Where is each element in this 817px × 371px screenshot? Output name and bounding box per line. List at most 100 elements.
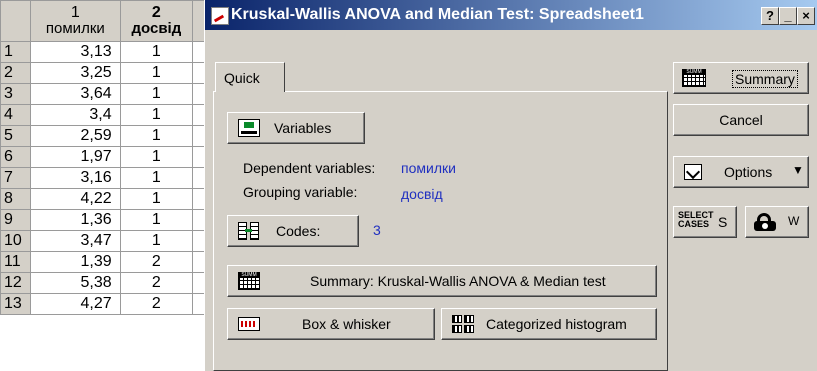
cell-pomylky[interactable]: 3,4 <box>30 104 121 126</box>
grouping-value: досвід <box>401 186 443 202</box>
cell-dosvid[interactable]: 1 <box>119 167 194 189</box>
weight-icon <box>754 213 776 231</box>
table-row: 8 4,22 1 <box>0 188 230 210</box>
table-row: 2 3,25 1 <box>0 62 230 84</box>
cell-pomylky[interactable]: 3,25 <box>30 62 121 84</box>
cell-dosvid[interactable]: 2 <box>119 293 194 315</box>
cell-pomylky[interactable]: 1,39 <box>30 251 121 273</box>
cancel-button[interactable]: Cancel <box>673 104 809 136</box>
column-header-1[interactable]: 1 помилки <box>30 0 121 42</box>
dependent-value: помилки <box>401 160 456 176</box>
summary-kw-label: Summary: Kruskal-Wallis ANOVA & Median t… <box>310 273 606 289</box>
summary-button[interactable]: SUMM Summary <box>673 62 809 94</box>
table-row: 4 3,4 1 <box>0 104 230 126</box>
column-number: 1 <box>70 4 80 21</box>
data-table: 1 помилки 2 досвід 1 3,13 1 2 3,25 1 3 3,64 1 4 3,… <box>0 0 230 315</box>
row-header[interactable]: 6 <box>0 146 32 168</box>
cell-pomylky[interactable]: 2,59 <box>30 125 121 147</box>
categorized-histogram-button[interactable]: Categorized histogram <box>441 308 657 340</box>
box-whisker-button[interactable]: Box & whisker <box>227 308 435 340</box>
corner-cell[interactable] <box>0 0 32 42</box>
tab-quick[interactable]: Quick <box>215 62 285 92</box>
table-row: 1 3,13 1 <box>0 41 230 63</box>
row-header[interactable]: 13 <box>0 293 32 315</box>
cell-dosvid[interactable]: 1 <box>119 62 194 84</box>
codes-value: 3 <box>373 222 381 238</box>
cell-dosvid[interactable]: 1 <box>119 104 194 126</box>
cell-dosvid[interactable]: 1 <box>119 83 194 105</box>
cell-pomylky[interactable]: 4,27 <box>30 293 121 315</box>
codes-button[interactable]: Codes: <box>227 215 359 247</box>
weight-button[interactable]: W <box>745 206 809 238</box>
cell-pomylky[interactable]: 3,16 <box>30 167 121 189</box>
options-button[interactable]: Options ▼ <box>673 156 809 188</box>
row-header[interactable]: 4 <box>0 104 32 126</box>
table-row: 11 1,39 2 <box>0 251 230 273</box>
cell-dosvid[interactable]: 1 <box>119 188 194 210</box>
table-row: 7 3,16 1 <box>0 167 230 189</box>
column-number: 2 <box>151 4 161 21</box>
cell-dosvid[interactable]: 1 <box>119 146 194 168</box>
cell-pomylky[interactable]: 5,38 <box>30 272 121 294</box>
close-button[interactable]: × <box>797 7 815 25</box>
cell-dosvid[interactable]: 1 <box>119 125 194 147</box>
variables-button[interactable]: Variables <box>227 112 365 144</box>
codes-icon <box>238 222 260 240</box>
variables-icon <box>238 119 260 137</box>
table-row: 3 3,64 1 <box>0 83 230 105</box>
help-button[interactable]: ? <box>761 7 779 25</box>
table-row: 12 5,38 2 <box>0 272 230 294</box>
column-name: помилки <box>45 20 105 37</box>
row-header[interactable]: 7 <box>0 167 32 189</box>
table-row: 9 1,36 1 <box>0 209 230 231</box>
options-icon <box>684 164 702 180</box>
summary-label: Summary <box>732 70 798 88</box>
row-header[interactable]: 9 <box>0 209 32 231</box>
row-header[interactable]: 8 <box>0 188 32 210</box>
row-header[interactable]: 11 <box>0 251 32 273</box>
table-row: 13 4,27 2 <box>0 293 230 315</box>
column-name: досвід <box>131 20 182 37</box>
histogram-icon <box>452 315 474 333</box>
spreadsheet: 1 помилки 2 досвід 1 3,13 1 2 3,25 1 3 3,64 1 4 3,… <box>0 0 230 371</box>
summary-icon: SUMM <box>682 69 706 87</box>
kruskal-wallis-dialog: Kruskal-Wallis ANOVA and Median Test: Sp… <box>204 0 817 371</box>
row-header[interactable]: 10 <box>0 230 32 252</box>
app-icon <box>211 7 229 25</box>
cell-dosvid[interactable]: 1 <box>119 209 194 231</box>
box-whisker-label: Box & whisker <box>302 316 391 332</box>
row-header[interactable]: 3 <box>0 83 32 105</box>
cell-dosvid[interactable]: 1 <box>119 230 194 252</box>
cell-dosvid[interactable]: 2 <box>119 272 194 294</box>
row-header[interactable]: 5 <box>0 125 32 147</box>
cell-pomylky[interactable]: 1,97 <box>30 146 121 168</box>
s-label: S <box>718 214 728 230</box>
cell-pomylky[interactable]: 1,36 <box>30 209 121 231</box>
box-whisker-icon <box>238 317 260 331</box>
title-bar[interactable]: Kruskal-Wallis ANOVA and Median Test: Sp… <box>205 0 817 30</box>
row-header[interactable]: 2 <box>0 62 32 84</box>
cell-pomylky[interactable]: 3,64 <box>30 83 121 105</box>
table-row: 10 3,47 1 <box>0 230 230 252</box>
cell-pomylky[interactable]: 3,13 <box>30 41 121 63</box>
column-header-2[interactable]: 2 досвід <box>119 0 194 42</box>
variables-label: Variables <box>274 120 332 136</box>
table-row: 6 1,97 1 <box>0 146 230 168</box>
options-label: Options <box>724 164 773 180</box>
row-header[interactable]: 1 <box>0 41 32 63</box>
summary-icon: SUMM <box>238 272 260 290</box>
cell-dosvid[interactable]: 1 <box>119 41 194 63</box>
codes-label: Codes: <box>276 223 321 239</box>
grouping-label: Grouping variable: <box>243 184 358 200</box>
histogram-label: Categorized histogram <box>486 316 627 332</box>
cell-pomylky[interactable]: 3,47 <box>30 230 121 252</box>
table-row: 5 2,59 1 <box>0 125 230 147</box>
row-header[interactable]: 12 <box>0 272 32 294</box>
cell-dosvid[interactable]: 2 <box>119 251 194 273</box>
cell-pomylky[interactable]: 4,22 <box>30 188 121 210</box>
summary-kw-button[interactable]: SUMM Summary: Kruskal-Wallis ANOVA & Med… <box>227 265 657 297</box>
select-cases-label: SELECT CASES <box>678 210 714 229</box>
dialog-title: Kruskal-Wallis ANOVA and Median Test: Sp… <box>231 6 644 23</box>
minimize-button[interactable]: _ <box>779 7 797 25</box>
select-cases-button[interactable]: SELECT CASES S <box>673 206 737 238</box>
